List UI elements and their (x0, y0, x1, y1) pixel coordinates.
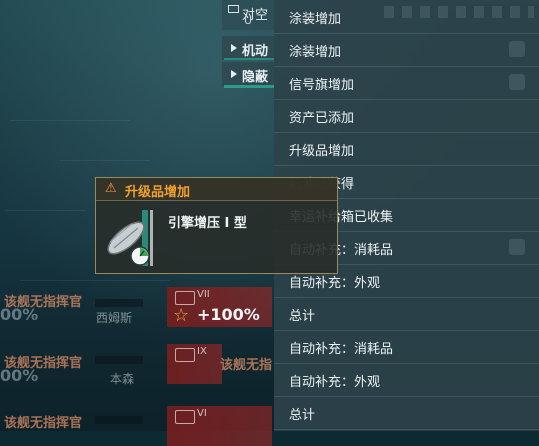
engine-boost-upgrade-icon (107, 210, 153, 266)
menu-item-maneuver[interactable]: 机动 (222, 36, 274, 60)
menu-item-label: 隐蔽 (242, 70, 269, 85)
star-icon: ☆ (173, 305, 190, 326)
bonus-card: IX (167, 344, 222, 384)
popup-title: 升级品增加 (125, 185, 191, 200)
notification-item[interactable]: 自动补充：消耗品 (274, 330, 539, 364)
notification-label: 升级品增加 (289, 144, 355, 159)
menu-item-sublabel: U (244, 14, 253, 27)
notification-item[interactable]: 涂装增加 (274, 0, 539, 34)
ship-name: 西姆斯 (96, 311, 133, 325)
notification-label: 自动补充：外观 (289, 276, 381, 291)
flag-icon (175, 348, 195, 362)
warning-icon: ⚠ (105, 181, 117, 196)
expand-arrow-icon (231, 70, 237, 78)
player-row: 该舰无指挥官 VI (0, 404, 274, 446)
notification-item[interactable]: 自动补充：外观 (274, 363, 539, 397)
ship-silhouette (95, 416, 143, 424)
player-row: 该舰无指挥官 00% 西姆斯 VII ☆ +100% (0, 285, 274, 327)
tier-label: VII (197, 289, 210, 300)
notification-label: 涂装增加 (289, 12, 342, 27)
notification-label: 总计 (289, 408, 316, 423)
percent-text: 00% (0, 305, 39, 324)
tier-label: VI (197, 408, 207, 419)
bonus-percent: +100% (197, 305, 260, 324)
notification-item[interactable]: 总计 (274, 396, 539, 430)
ship-name: 本森 (110, 372, 135, 386)
module-menu: 对空 U 机动 隐蔽 (222, 0, 274, 90)
ghost-icon (509, 74, 525, 90)
notification-label: 自动补充：消耗品 (289, 342, 394, 357)
notification-item[interactable]: 信号旗增加 (274, 66, 539, 100)
commander-text: 该舰无指 (220, 358, 273, 373)
commander-text: 该舰无指挥官 (4, 416, 83, 431)
notification-label: 信号旗增加 (289, 78, 355, 93)
ship-silhouette (95, 299, 143, 307)
flag-icon (175, 291, 195, 305)
accent-divider (224, 58, 274, 60)
notification-label: 总计 (289, 309, 316, 324)
notification-item[interactable]: 升级品增加 (274, 132, 539, 166)
notification-item[interactable]: 总计 (274, 297, 539, 331)
player-row: 该舰无指挥官 00% 本森 IX 该舰无指 (0, 344, 274, 386)
ghost-icon (509, 41, 525, 57)
notification-label: 涂装增加 (289, 45, 342, 60)
flag-icon (175, 410, 195, 424)
tier-label: IX (197, 346, 207, 357)
notification-label: 资产已添加 (289, 111, 355, 126)
upgrade-name: 引擎增压 I 型 (168, 216, 247, 231)
menu-item-label: 机动 (242, 44, 269, 59)
notification-item[interactable]: 资产已添加 (274, 99, 539, 133)
popup-header: ⚠ 升级品增加 (96, 178, 337, 201)
menu-item-anti-air[interactable]: 对空 U (222, 0, 274, 30)
upgrade-added-popup: ⚠ 升级品增加 引擎增压 I 型 (95, 177, 338, 274)
expand-arrow-icon (231, 44, 237, 52)
ghost-icon (509, 239, 525, 255)
notification-label: 自动补充：外观 (289, 375, 381, 390)
bonus-card: VII ☆ +100% (167, 287, 272, 327)
notification-item[interactable]: 涂装增加 (274, 33, 539, 67)
percent-text: 00% (0, 366, 39, 385)
menu-item-concealment[interactable]: 隐蔽 (222, 62, 274, 86)
accent-divider (224, 85, 274, 88)
ship-silhouette (95, 356, 143, 364)
checkbox-icon (228, 5, 239, 13)
bonus-card: VI (167, 406, 272, 446)
